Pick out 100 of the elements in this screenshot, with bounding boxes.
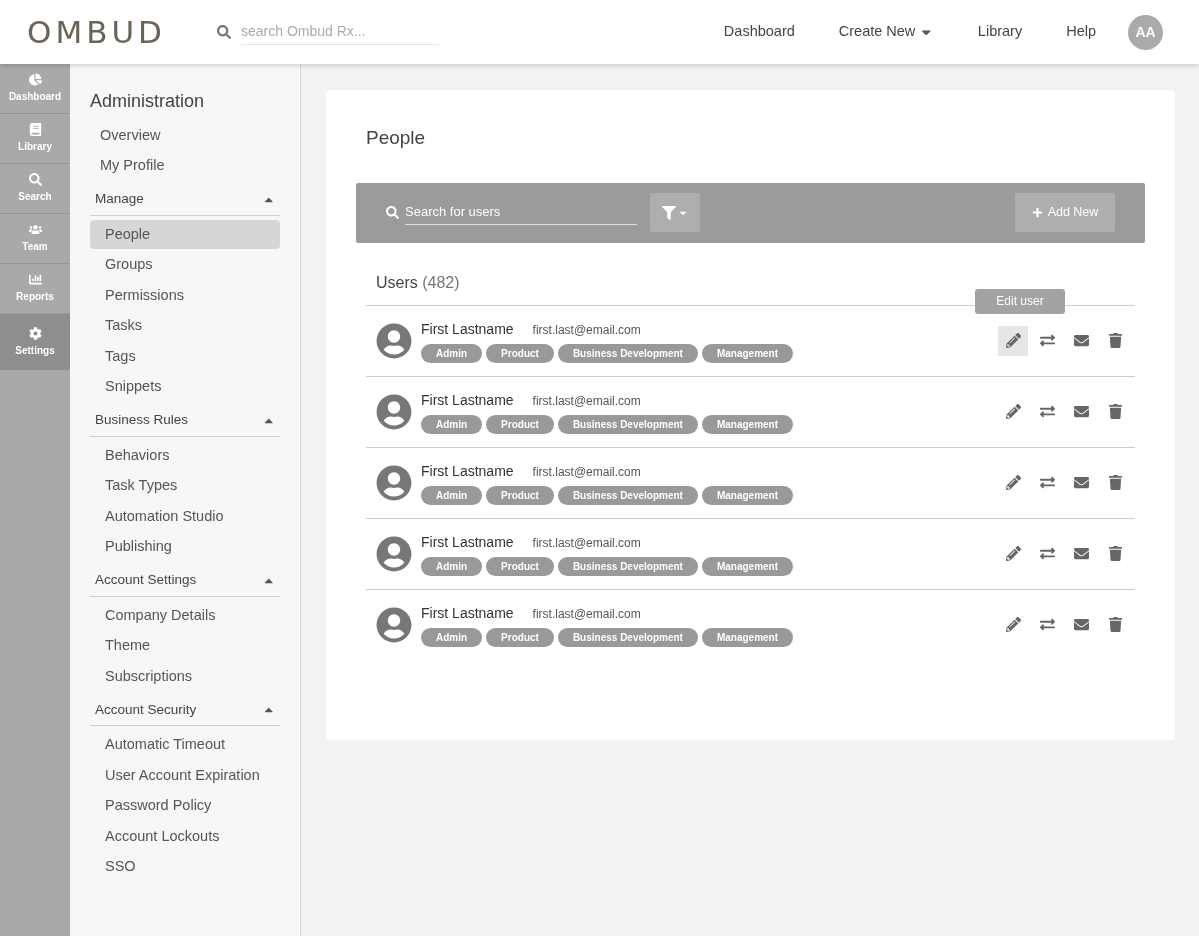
search-icon <box>28 173 42 186</box>
trash-icon <box>1107 475 1123 490</box>
pencil-icon <box>1005 475 1021 490</box>
role-tag: Product <box>486 627 554 647</box>
role-tag: Admin <box>421 627 483 647</box>
role-tag: Business Development <box>557 627 698 647</box>
user-email: first.last@email.com <box>532 463 641 481</box>
plus-icon <box>1031 207 1043 218</box>
sidebar-item[interactable]: Password Policy <box>90 791 280 821</box>
sidebar-item[interactable]: Tags <box>90 342 280 371</box>
role-tag: Business Development <box>557 414 698 434</box>
role-tag: Management <box>701 414 794 434</box>
role-tag: Admin <box>421 343 483 363</box>
avatar-icon <box>376 606 412 643</box>
nav-link[interactable]: Create New <box>838 21 934 43</box>
role-tag: Product <box>486 485 554 505</box>
sidebar-item[interactable]: Theme <box>90 631 280 661</box>
user-search-field[interactable]: Search for users <box>386 200 637 225</box>
sidebar-item[interactable]: Automatic Timeout <box>90 730 280 760</box>
envelope-icon <box>1073 617 1089 632</box>
role-tag: Admin <box>421 485 483 505</box>
user-name: First Lastname <box>421 603 514 623</box>
trash-icon <box>1107 333 1123 348</box>
book-icon <box>28 123 42 136</box>
swap-arrows-icon <box>1039 546 1055 561</box>
page-title: People <box>366 126 427 150</box>
role-tag: Management <box>701 343 794 363</box>
sidebar-item[interactable]: Snippets <box>90 372 280 402</box>
section-heading[interactable]: Business Rules <box>90 405 280 437</box>
logo[interactable]: OMBUD <box>27 16 179 48</box>
role-tag: Business Development <box>557 556 698 576</box>
edit-button[interactable] <box>998 325 1028 356</box>
trash-icon <box>1107 404 1123 419</box>
user-name: First Lastname <box>421 390 514 410</box>
swap-arrows-icon <box>1039 475 1055 490</box>
swap-arrows-icon <box>1039 404 1055 419</box>
envelope-icon <box>1073 475 1089 490</box>
sidebar-title: Administration <box>90 90 206 113</box>
bar-chart-icon <box>28 273 42 286</box>
sidebar-item[interactable]: User Account Expiration <box>90 761 280 790</box>
user-name: First Lastname <box>421 461 514 481</box>
sidebar-item[interactable]: Task Types <box>90 471 280 501</box>
search-icon <box>386 206 399 219</box>
role-tag: Product <box>486 414 554 434</box>
role-tag: Admin <box>421 414 483 434</box>
user-email: first.last@email.com <box>532 392 641 410</box>
role-tag: Business Development <box>557 343 698 363</box>
role-tag: Product <box>486 343 554 363</box>
pencil-icon <box>1005 404 1021 419</box>
user-email: first.last@email.com <box>532 534 641 552</box>
trash-icon <box>1107 546 1123 561</box>
nav-link[interactable]: Library <box>977 21 1023 43</box>
pencil-icon <box>1005 333 1021 348</box>
sidebar-item[interactable]: My Profile <box>90 151 280 181</box>
section-heading[interactable]: Account Security <box>90 695 280 726</box>
sidebar-item[interactable]: Subscriptions <box>90 662 280 691</box>
sidebar-item[interactable]: People <box>90 220 280 249</box>
envelope-icon <box>1073 404 1089 419</box>
envelope-icon <box>1073 546 1089 561</box>
role-tag: Management <box>701 627 794 647</box>
pencil-icon <box>1005 546 1021 561</box>
sidebar-item[interactable]: Groups <box>90 250 280 280</box>
nav-link[interactable]: Dashboard <box>723 21 795 43</box>
sidebar-item[interactable]: Behaviors <box>90 441 280 470</box>
role-tag: Management <box>701 485 794 505</box>
envelope-icon <box>1073 333 1089 348</box>
role-tag: Admin <box>421 556 483 576</box>
avatar-icon <box>376 322 412 359</box>
section-heading[interactable]: Manage <box>90 184 280 216</box>
avatar-icon <box>376 393 412 430</box>
users-heading: Users (482) <box>376 272 461 293</box>
avatar-icon <box>376 464 412 501</box>
pencil-icon <box>1005 617 1021 632</box>
user-name: First Lastname <box>421 532 514 552</box>
gear-icon <box>28 326 42 340</box>
section-heading[interactable]: Account Settings <box>90 565 280 597</box>
role-tag: Business Development <box>557 485 698 505</box>
tooltip: Edit user <box>975 288 1065 314</box>
search-icon <box>217 25 231 39</box>
sidebar-item[interactable]: Publishing <box>90 532 280 562</box>
trash-icon <box>1107 617 1123 632</box>
people-icon <box>28 223 42 236</box>
swap-arrows-icon <box>1039 333 1055 348</box>
pie-chart-icon <box>28 73 42 86</box>
sidebar-item[interactable]: Overview <box>90 121 280 150</box>
sidebar-item[interactable]: Permissions <box>90 281 280 310</box>
sidebar-item[interactable]: Tasks <box>90 311 280 341</box>
role-tag: Management <box>701 556 794 576</box>
nav-link[interactable]: Help <box>1066 21 1096 43</box>
role-tag: Product <box>486 556 554 576</box>
sidebar-item[interactable]: Automation Studio <box>90 502 280 531</box>
sidebar-item[interactable]: SSO <box>90 852 280 882</box>
swap-arrows-icon <box>1039 617 1055 632</box>
user-email: first.last@email.com <box>532 605 641 623</box>
filter-icon <box>662 205 676 220</box>
sidebar-item[interactable]: Company Details <box>90 601 280 630</box>
user-name: First Lastname <box>421 319 514 339</box>
sidebar-item[interactable]: Account Lockouts <box>90 822 280 851</box>
user-email: first.last@email.com <box>532 321 641 339</box>
search-field[interactable]: search Ombud Rx... <box>217 19 439 45</box>
